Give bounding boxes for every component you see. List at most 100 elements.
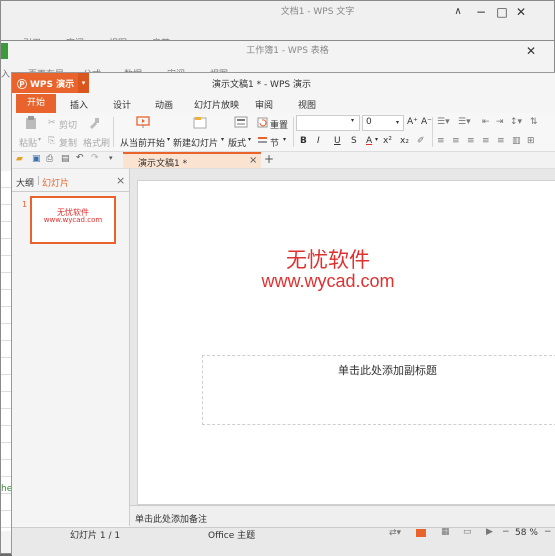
ribbon-separator	[293, 117, 294, 147]
quick-access-bar: ▰ ▣ ⎙ ▤ ↶ ↷ ▾ 演示文稿1 * × +	[12, 152, 555, 169]
sheet-close-button[interactable]: ✕	[523, 44, 539, 58]
ribbon-separator	[113, 117, 114, 147]
grow-font-button[interactable]: A⁺	[407, 117, 418, 127]
zoom-out-icon[interactable]: −	[502, 527, 510, 537]
reading-view-icon[interactable]: ▭	[463, 527, 472, 537]
tab-home[interactable]: 开始	[16, 94, 56, 113]
vertical-align-icon[interactable]: ⊞	[527, 136, 535, 146]
slideshow-icon[interactable]: ▶	[486, 527, 493, 537]
font-color-button[interactable]: A	[366, 136, 372, 146]
reset-button[interactable]: 重置	[270, 118, 288, 131]
slide-title-line2[interactable]: www.wycad.com	[138, 271, 518, 292]
undo-icon[interactable]: ↶	[76, 153, 84, 163]
app-menu-button[interactable]: Ⓟ WPS 演示	[12, 73, 78, 93]
writer-collapse-button[interactable]: ∧	[450, 5, 466, 19]
decrease-indent-icon[interactable]: ⇤	[482, 117, 490, 127]
columns-icon[interactable]: ▥	[512, 136, 521, 146]
slide-title-line1[interactable]: 无忧软件	[138, 244, 518, 274]
new-slide-dropdown-icon[interactable]: ▾	[221, 136, 224, 143]
copy-icon: ⎘	[48, 136, 56, 146]
slide-workspace: 无忧软件 www.wycad.com 单击此处添加副标题	[130, 169, 555, 526]
menu-bar: 开始 插入 设计 动画 幻灯片放映 审阅 视图	[12, 93, 555, 113]
font-size-select[interactable]: 0 ▾	[362, 115, 404, 131]
sorter-view-icon[interactable]: ▦	[441, 527, 450, 537]
copy-button[interactable]: 复制	[59, 136, 77, 149]
paste-dropdown-icon[interactable]: ▾	[38, 136, 41, 143]
clear-format-icon[interactable]: ✐	[417, 136, 425, 146]
format-painter-button[interactable]: 格式刷	[83, 136, 110, 149]
new-slide-icon[interactable]	[193, 116, 207, 129]
layout-dropdown-icon[interactable]: ▾	[248, 136, 251, 143]
tab-view[interactable]: 视图	[298, 98, 316, 111]
print-preview-icon[interactable]: ▤	[61, 154, 70, 164]
section-button[interactable]: 节	[270, 136, 279, 149]
from-current-dropdown-icon[interactable]: ▾	[167, 136, 170, 143]
distribute-icon[interactable]: ≡	[497, 136, 505, 146]
section-icon[interactable]	[257, 135, 268, 146]
slide-thumb-number: 1	[22, 200, 28, 209]
print-icon[interactable]: ⎙	[46, 154, 53, 164]
numbering-icon[interactable]: ☰▾	[458, 117, 471, 127]
paste-icon[interactable]	[24, 116, 38, 130]
panel-close-icon[interactable]: ×	[116, 174, 125, 187]
writer-close-button[interactable]: ✕	[513, 5, 529, 19]
text-direction-icon[interactable]: ⇅	[530, 117, 538, 127]
theme-name: Office 主题	[208, 531, 256, 541]
increase-indent-icon[interactable]: ⇥	[496, 117, 504, 127]
quick-access-dropdown-icon[interactable]: ▾	[109, 154, 113, 162]
brush-icon	[90, 118, 99, 129]
panel-tab-slides[interactable]: 幻灯片	[42, 176, 69, 189]
from-current-button[interactable]: 从当前开始	[120, 136, 165, 149]
zoom-level[interactable]: 58 %	[515, 528, 538, 538]
italic-button[interactable]: I	[317, 136, 320, 146]
strike-button[interactable]: S	[351, 136, 357, 146]
app-menu-dropdown[interactable]: ▾	[78, 73, 89, 93]
new-slide-button[interactable]: 新建幻灯片	[173, 136, 218, 149]
presentation-window[interactable]: Ⓟ WPS 演示 ▾ 演示文稿1 * - WPS 演示 开始 插入 设计 动画 …	[11, 72, 555, 556]
slide-canvas[interactable]: 无忧软件 www.wycad.com 单击此处添加副标题	[137, 180, 555, 505]
play-from-current-icon[interactable]	[136, 116, 150, 129]
bold-button[interactable]: B	[300, 136, 307, 146]
panel-tab-outline[interactable]: 大纲	[16, 176, 34, 189]
tab-animation[interactable]: 动画	[155, 98, 173, 111]
tab-insert[interactable]: 插入	[70, 98, 88, 111]
reset-icon[interactable]	[257, 117, 268, 128]
subtitle-placeholder-box[interactable]: 单击此处添加副标题	[202, 355, 555, 425]
paste-button[interactable]: 粘贴	[19, 136, 37, 149]
zoom-in-icon[interactable]: −	[544, 527, 552, 537]
cut-button[interactable]: 剪切	[59, 118, 77, 131]
align-left-icon[interactable]: ≡	[437, 136, 445, 146]
open-icon[interactable]: ▰	[16, 154, 23, 164]
writer-minimize-button[interactable]: −	[473, 5, 489, 19]
section-dropdown-icon[interactable]: ▾	[283, 136, 286, 143]
tab-design[interactable]: 设计	[113, 98, 131, 111]
font-color-dropdown-icon[interactable]: ▾	[375, 136, 378, 143]
save-icon[interactable]: ▣	[32, 154, 41, 164]
redo-icon[interactable]: ↷	[91, 153, 99, 163]
line-spacing-icon[interactable]: ↕▾	[510, 117, 522, 127]
justify-icon[interactable]: ≡	[482, 136, 490, 146]
sheet-tab-insert[interactable]: 入	[1, 67, 10, 80]
document-tab-close-icon[interactable]: ×	[249, 155, 257, 166]
superscript-button[interactable]: x²	[383, 136, 392, 146]
notes-pane[interactable]: 单击此处添加备注	[130, 505, 555, 528]
underline-button[interactable]: U	[334, 136, 341, 146]
bullets-icon[interactable]: ☰▾	[437, 117, 450, 127]
layout-icon[interactable]	[234, 116, 248, 129]
normal-view-icon[interactable]	[416, 529, 426, 537]
spellcheck-icon[interactable]: ⇄▾	[389, 528, 401, 538]
sheet-green-button[interactable]	[1, 43, 8, 59]
new-tab-button[interactable]: +	[264, 152, 274, 166]
subscript-button[interactable]: x₂	[400, 136, 409, 146]
document-tab[interactable]: 演示文稿1 * ×	[123, 152, 261, 169]
tab-slideshow[interactable]: 幻灯片放映	[194, 98, 239, 111]
align-center-icon[interactable]: ≡	[452, 136, 460, 146]
font-name-dropdown-icon[interactable]: ▾	[351, 117, 354, 124]
writer-maximize-button[interactable]: □	[494, 5, 510, 19]
window-title: 演示文稿1 * - WPS 演示	[212, 80, 311, 90]
shrink-font-button[interactable]: A⁻	[421, 117, 432, 127]
align-right-icon[interactable]: ≡	[467, 136, 475, 146]
tab-review[interactable]: 审阅	[255, 98, 273, 111]
slide-thumbnail[interactable]: 无忧软件 www.wycad.com	[30, 196, 116, 244]
layout-button[interactable]: 版式	[228, 136, 246, 149]
